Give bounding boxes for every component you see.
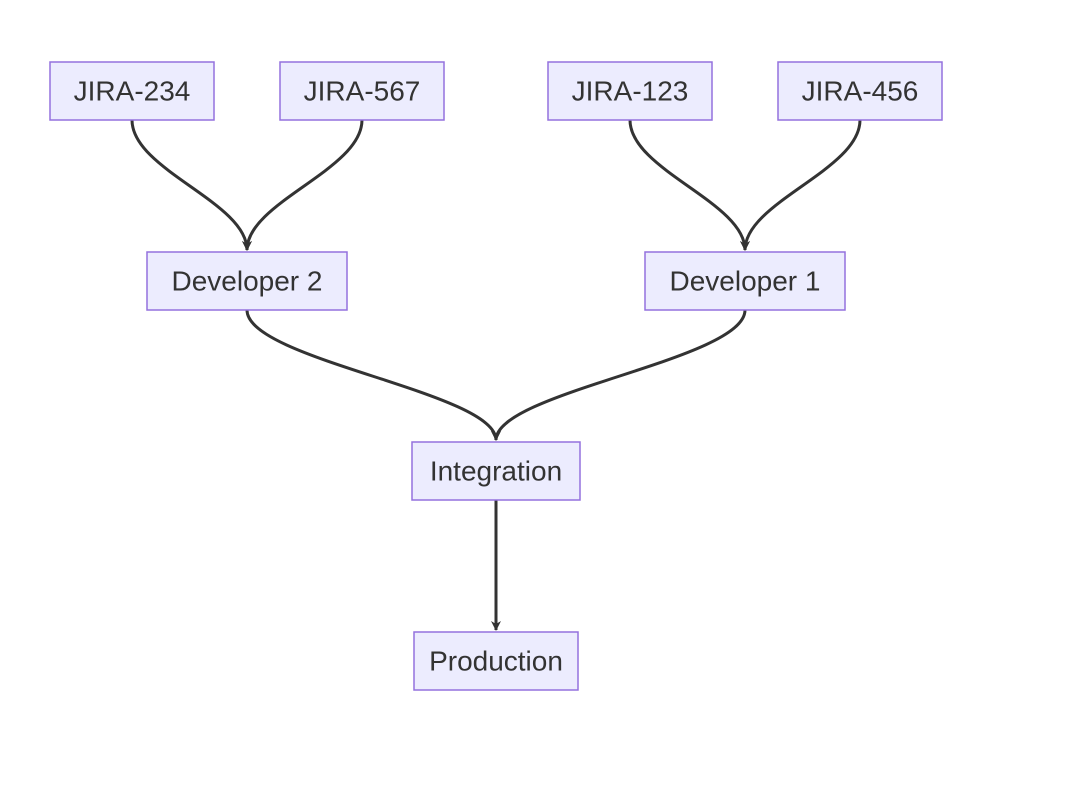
edge-jira456-to-dev1 [745, 120, 860, 250]
edge-jira567-to-dev2 [247, 120, 362, 250]
node-jira123-label: JIRA-123 [572, 75, 689, 106]
node-production: Production [414, 632, 578, 690]
node-jira456: JIRA-456 [778, 62, 942, 120]
node-dev2-label: Developer 2 [172, 265, 323, 296]
node-integration-label: Integration [430, 455, 562, 486]
node-jira567-label: JIRA-567 [304, 75, 421, 106]
node-dev1: Developer 1 [645, 252, 845, 310]
node-dev2: Developer 2 [147, 252, 347, 310]
node-jira456-label: JIRA-456 [802, 75, 919, 106]
edge-dev1-to-integration [496, 310, 745, 440]
node-production-label: Production [429, 645, 563, 676]
node-jira234-label: JIRA-234 [74, 75, 191, 106]
node-jira567: JIRA-567 [280, 62, 444, 120]
node-jira234: JIRA-234 [50, 62, 214, 120]
flowchart-diagram: JIRA-234 JIRA-567 JIRA-123 JIRA-456 Develope… [0, 0, 1076, 799]
node-integration: Integration [412, 442, 580, 500]
edge-jira123-to-dev1 [630, 120, 745, 250]
node-dev1-label: Developer 1 [670, 265, 821, 296]
edge-jira234-to-dev2 [132, 120, 247, 250]
edge-dev2-to-integration [247, 310, 496, 440]
node-jira123: JIRA-123 [548, 62, 712, 120]
